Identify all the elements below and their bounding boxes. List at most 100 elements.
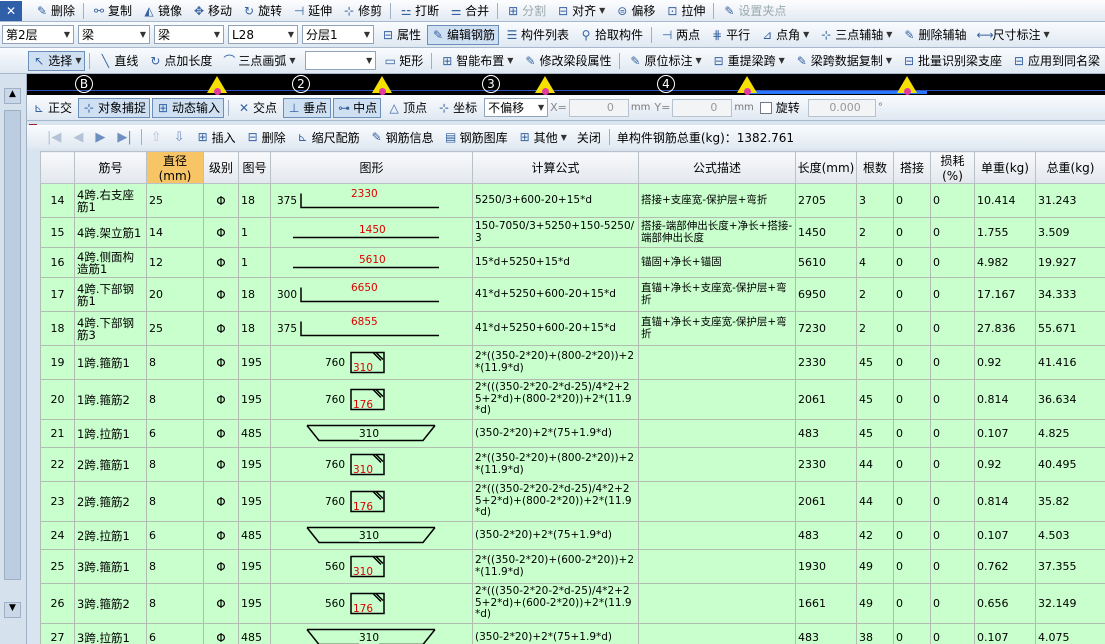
cell-formula-desc[interactable]: [638, 549, 796, 584]
cell-formula[interactable]: 2*(((350-2*20-2*d-25)/4*2+25+2*d)+(600-2…: [472, 583, 639, 624]
cell-diameter[interactable]: 6: [146, 419, 204, 448]
table-row[interactable]: 22 2跨.箍筋1 8 Φ 195 760 310 2*((350-2*20)+(800-…: [40, 447, 1105, 482]
cell-shape[interactable]: 760 310: [270, 345, 473, 380]
cell-unit-weight[interactable]: 4.982: [974, 247, 1036, 278]
cell-grade[interactable]: Φ: [203, 521, 239, 550]
component-list-button[interactable]: ☰ 构件列表: [501, 25, 573, 45]
cell-shape[interactable]: 1450: [270, 217, 473, 248]
cell-figure-number[interactable]: 18: [238, 311, 271, 346]
cell-loss[interactable]: 0: [930, 345, 975, 380]
cell-formula-desc[interactable]: [638, 379, 796, 420]
cell-lap[interactable]: 0: [893, 277, 931, 312]
column-header[interactable]: 总重(kg): [1035, 151, 1105, 184]
cell-rebar-name[interactable]: 4跨.下部钢筋3: [74, 311, 147, 346]
cell-total-weight[interactable]: 3.509: [1035, 217, 1105, 248]
column-header[interactable]: [40, 151, 75, 184]
category-select[interactable]: 梁 ▼: [78, 25, 150, 44]
cell-diameter[interactable]: 8: [146, 447, 204, 482]
vertex-button[interactable]: △ 顶点: [383, 98, 431, 118]
cell-length[interactable]: 6950: [795, 277, 857, 312]
rotate-button[interactable]: ↻ 旋转: [238, 1, 286, 21]
column-header[interactable]: 图形: [270, 151, 473, 184]
column-header[interactable]: 筋号: [74, 151, 147, 184]
cell-formula[interactable]: (350-2*20)+2*(75+1.9*d): [472, 419, 639, 448]
vertical-scrollbar-thumb[interactable]: [4, 110, 21, 580]
cell-count[interactable]: 2: [856, 311, 894, 346]
cell-lap[interactable]: 0: [893, 345, 931, 380]
cell-total-weight[interactable]: 35.82: [1035, 481, 1105, 522]
cell-unit-weight[interactable]: 27.836: [974, 311, 1036, 346]
cell-total-weight[interactable]: 41.416: [1035, 345, 1105, 380]
modify-span-props-button[interactable]: ✎ 修改梁段属性: [519, 51, 615, 71]
extend-button[interactable]: ⊣ 延伸: [288, 1, 336, 21]
rectangle-button[interactable]: ▭ 矩形: [379, 51, 427, 71]
cell-length[interactable]: 2330: [795, 345, 857, 380]
cell-lap[interactable]: 0: [893, 247, 931, 278]
cell-figure-number[interactable]: 195: [238, 345, 271, 380]
cell-unit-weight[interactable]: 0.656: [974, 583, 1036, 624]
midpoint-button[interactable]: ⊶ 中点: [333, 97, 382, 118]
cell-total-weight[interactable]: 19.927: [1035, 247, 1105, 278]
cell-row-number[interactable]: 27: [40, 623, 75, 644]
cell-length[interactable]: 2061: [795, 481, 857, 522]
column-header[interactable]: 长度(mm): [795, 151, 857, 184]
cell-formula-desc[interactable]: 直锚+净长+支座宽-保护层+弯折: [638, 311, 796, 346]
scroll-down-button[interactable]: ▼: [4, 602, 21, 618]
cell-figure-number[interactable]: 195: [238, 481, 271, 522]
cell-total-weight[interactable]: 31.243: [1035, 183, 1105, 218]
cell-total-weight[interactable]: 37.355: [1035, 549, 1105, 584]
cell-formula[interactable]: 2*((350-2*20)+(600-2*20))+2*(11.9*d): [472, 549, 639, 584]
table-row[interactable]: 26 3跨.箍筋2 8 Φ 195 560 176 2*(((350-2*20-2*d-2…: [40, 583, 1105, 624]
break-button[interactable]: ⚍ 打断: [395, 1, 443, 21]
line-button[interactable]: ╲ 直线: [94, 51, 142, 71]
cell-formula[interactable]: 15*d+5250+15*d: [472, 247, 639, 278]
cell-total-weight[interactable]: 4.503: [1035, 521, 1105, 550]
cell-lap[interactable]: 0: [893, 447, 931, 482]
cell-loss[interactable]: 0: [930, 447, 975, 482]
prev-record-icon[interactable]: ◀: [73, 130, 83, 145]
align-button[interactable]: ⊟ 对齐 ▼: [552, 1, 609, 21]
column-header[interactable]: 根数: [856, 151, 894, 184]
column-header[interactable]: 图号: [238, 151, 271, 184]
re-extract-span-button[interactable]: ⊟ 重提梁跨 ▼: [708, 51, 789, 71]
perpendicular-button[interactable]: ⊥ 垂点: [283, 97, 332, 118]
cell-row-number[interactable]: 15: [40, 217, 75, 248]
cell-shape[interactable]: 300 6650: [270, 277, 473, 312]
table-row[interactable]: 23 2跨.箍筋2 8 Φ 195 760 176 2*(((350-2*20-2*d-2…: [40, 481, 1105, 522]
cell-lap[interactable]: 0: [893, 521, 931, 550]
cell-grade[interactable]: Φ: [203, 217, 239, 248]
cell-lap[interactable]: 0: [893, 623, 931, 644]
column-header[interactable]: 单重(kg): [974, 151, 1036, 184]
cell-formula-desc[interactable]: [638, 623, 796, 644]
pick-component-button[interactable]: ⚲ 拾取构件: [575, 25, 647, 45]
cell-length[interactable]: 1450: [795, 217, 857, 248]
cell-figure-number[interactable]: 485: [238, 623, 271, 644]
cell-lap[interactable]: 0: [893, 549, 931, 584]
dimension-button[interactable]: ⟷ 尺寸标注 ▼: [972, 25, 1053, 45]
cell-length[interactable]: 5610: [795, 247, 857, 278]
column-header[interactable]: 搭接: [893, 151, 931, 184]
cell-grade[interactable]: Φ: [203, 345, 239, 380]
cell-rebar-name[interactable]: 3跨.箍筋1: [74, 549, 147, 584]
cell-grade[interactable]: Φ: [203, 549, 239, 584]
cell-formula[interactable]: (350-2*20)+2*(75+1.9*d): [472, 623, 639, 644]
cell-shape[interactable]: 760 310: [270, 447, 473, 482]
column-header[interactable]: 直径(mm): [146, 151, 204, 184]
offset-mode-select[interactable]: 不偏移 ▼: [484, 98, 549, 117]
cell-count[interactable]: 42: [856, 521, 894, 550]
cell-grade[interactable]: Φ: [203, 481, 239, 522]
cell-formula[interactable]: 41*d+5250+600-20+15*d: [472, 277, 639, 312]
y-input[interactable]: 0: [672, 98, 733, 117]
table-row[interactable]: 21 1跨.拉筋1 6 Φ 485 310 (350-2*20)+2*(75+1.9*d)…: [40, 419, 1105, 448]
cell-loss[interactable]: 0: [930, 481, 975, 522]
column-header[interactable]: 计算公式: [472, 151, 639, 184]
cell-diameter[interactable]: 14: [146, 217, 204, 248]
table-row[interactable]: 20 1跨.箍筋2 8 Φ 195 760 176 2*(((350-2*20-2*d-2…: [40, 379, 1105, 420]
table-row[interactable]: 27 3跨.拉筋1 6 Φ 485 310 (350-2*20)+2*(75+1.9*d)…: [40, 623, 1105, 644]
cell-unit-weight[interactable]: 0.92: [974, 345, 1036, 380]
cell-shape[interactable]: 310: [270, 521, 473, 550]
cell-length[interactable]: 1661: [795, 583, 857, 624]
table-row[interactable]: 19 1跨.箍筋1 8 Φ 195 760 310 2*((350-2*20)+(800-…: [40, 345, 1105, 380]
cell-count[interactable]: 2: [856, 277, 894, 312]
cell-count[interactable]: 2: [856, 217, 894, 248]
